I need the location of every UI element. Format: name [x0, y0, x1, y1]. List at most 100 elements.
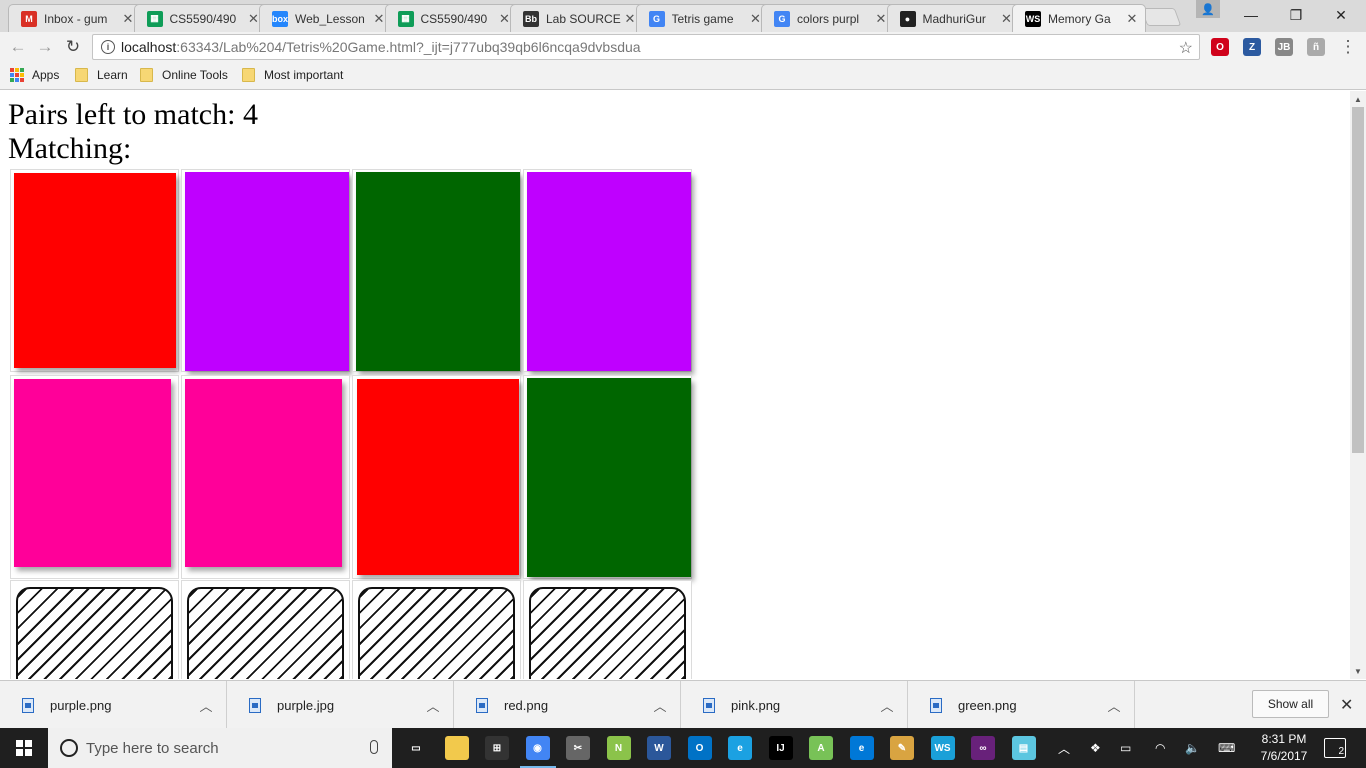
snipping-tool-icon[interactable]: ✂ [566, 736, 590, 760]
visual-studio-icon[interactable]: ∞ [971, 736, 995, 760]
back-icon[interactable]: ← [8, 37, 28, 57]
word-icon[interactable]: W [647, 736, 671, 760]
new-tab-button[interactable] [1140, 8, 1182, 26]
menu-icon[interactable]: ⋮ [1338, 37, 1358, 57]
internet-explorer-icon[interactable]: e [728, 736, 752, 760]
minimize-icon[interactable]: — [1228, 0, 1274, 30]
zotero-icon[interactable]: Z [1243, 38, 1261, 56]
chevron-up-icon[interactable]: ︿ [640, 696, 680, 715]
card-cell-r0c0[interactable] [10, 169, 179, 372]
face-up-card[interactable] [185, 379, 342, 567]
file-explorer-icon[interactable] [444, 736, 469, 760]
card-back-hatched[interactable] [529, 587, 686, 679]
download-item[interactable]: red.png ︿ [454, 681, 681, 729]
intellij-icon[interactable]: IJ [768, 736, 793, 760]
keyboard-icon[interactable]: ⌨ [1218, 728, 1235, 768]
tab-2[interactable]: box Web_Lesson ✕ [259, 4, 393, 32]
wifi-icon[interactable]: ◠ [1155, 728, 1165, 768]
card-cell-r1c1[interactable] [181, 375, 350, 579]
face-up-card[interactable] [357, 379, 519, 575]
card-cell-r2c1[interactable] [181, 580, 350, 679]
face-up-card[interactable] [185, 172, 349, 371]
show-hidden-icons[interactable]: ︿ [1058, 728, 1070, 768]
info-icon[interactable]: i [101, 40, 115, 54]
bookmark-apps[interactable]: Apps [10, 68, 59, 82]
bookmark-most-important[interactable]: Most important [242, 68, 343, 82]
face-up-card[interactable] [527, 378, 691, 577]
tab-close-icon[interactable]: ✕ [372, 11, 386, 27]
scroll-down-icon[interactable]: ▼ [1350, 663, 1366, 679]
android-studio-icon[interactable]: A [809, 736, 833, 760]
close-window-icon[interactable]: ✕ [1318, 0, 1364, 30]
dropbox-icon[interactable]: ❖ [1090, 728, 1101, 768]
forward-icon[interactable]: → [35, 37, 55, 57]
bookmark-online-tools[interactable]: Online Tools [140, 68, 228, 82]
outlook-icon[interactable]: O [687, 736, 712, 760]
card-cell-r2c3[interactable] [523, 580, 692, 679]
chevron-up-icon[interactable]: ︿ [413, 696, 453, 715]
tab-0[interactable]: M Inbox - gum ✕ [8, 4, 142, 32]
extension-icon[interactable]: ñ [1307, 38, 1325, 56]
card-cell-r2c0[interactable] [10, 580, 179, 679]
chevron-up-icon[interactable]: ︿ [1094, 696, 1134, 715]
reload-icon[interactable]: ↻ [63, 37, 83, 57]
tab-7[interactable]: ● MadhuriGur ✕ [886, 4, 1021, 32]
clock[interactable]: 8:31 PM 7/6/2017 [1248, 731, 1320, 765]
card-cell-r1c2[interactable] [352, 375, 521, 579]
tab-4[interactable]: Bb Lab SOURCE ✕ [510, 4, 644, 32]
face-up-card[interactable] [14, 173, 176, 368]
card-cell-r0c2[interactable] [352, 169, 521, 372]
tab-3[interactable]: ▦ CS5590/490 ✕ [384, 4, 519, 32]
face-up-card[interactable] [14, 379, 171, 567]
paint-icon[interactable]: ✎ [890, 736, 914, 760]
microphone-icon[interactable] [370, 740, 378, 754]
card-cell-r0c3[interactable] [523, 169, 692, 372]
jetbrains-icon[interactable]: JB [1275, 38, 1293, 56]
store-icon[interactable]: ⊞ [485, 736, 509, 760]
bookmark-star-icon[interactable]: ☆ [1179, 38, 1193, 58]
scroll-up-icon[interactable]: ▲ [1350, 91, 1366, 107]
card-back-hatched[interactable] [187, 587, 344, 679]
card-cell-r0c1[interactable] [181, 169, 350, 372]
opera-icon[interactable]: O [1211, 38, 1229, 56]
start-button[interactable] [0, 728, 48, 768]
notepad-plus-icon[interactable]: N [606, 736, 631, 760]
face-up-card[interactable] [356, 172, 520, 371]
battery-icon[interactable]: ▭ [1120, 728, 1131, 768]
address-bar[interactable]: i localhost:63343/Lab%204/Tetris%20Game.… [92, 34, 1200, 60]
face-up-card[interactable] [527, 172, 691, 371]
tab-8[interactable]: WS Memory Ga ✕ [1012, 4, 1146, 32]
card-cell-r1c3[interactable] [523, 375, 692, 579]
task-view-icon[interactable]: ▭ [404, 736, 428, 760]
chevron-up-icon[interactable]: ︿ [867, 696, 907, 715]
tab-5[interactable]: G Tetris game ✕ [635, 4, 770, 32]
notifications-icon[interactable]: 2 [1324, 738, 1346, 758]
tab-6[interactable]: Gcolors purpl ✕ [761, 4, 895, 32]
card-cell-r2c2[interactable] [352, 580, 521, 679]
webstorm-taskbar-icon[interactable]: WS [930, 736, 955, 760]
card-back-hatched[interactable] [358, 587, 515, 679]
download-item[interactable]: purple.png ︿ [0, 681, 227, 729]
tab-close-icon[interactable]: ✕ [623, 11, 637, 27]
card-back-hatched[interactable] [16, 587, 173, 679]
chevron-up-icon[interactable]: ︿ [186, 696, 226, 715]
scrollbar-thumb[interactable] [1352, 107, 1364, 453]
tab-close-icon[interactable]: ✕ [121, 11, 135, 27]
download-item[interactable]: purple.jpg ︿ [227, 681, 454, 729]
edge-icon[interactable]: e [849, 736, 874, 760]
bookmark-learn[interactable]: Learn [75, 68, 128, 82]
download-item[interactable]: green.png ︿ [908, 681, 1135, 729]
vertical-scrollbar[interactable]: ▲ ▼ [1350, 91, 1366, 679]
card-cell-r1c0[interactable] [10, 375, 179, 579]
tab-1[interactable]: ▦ CS5590/490 ✕ [133, 4, 268, 32]
tab-close-icon[interactable]: ✕ [1125, 11, 1139, 27]
restore-icon[interactable]: ❐ [1273, 0, 1319, 30]
show-all-button[interactable]: Show all [1252, 690, 1329, 718]
notes-icon[interactable]: ▤ [1011, 736, 1036, 760]
tab-close-icon[interactable]: ✕ [874, 11, 888, 27]
profile-icon[interactable]: 👤 [1196, 0, 1220, 18]
taskbar-search[interactable]: Type here to search [48, 728, 392, 768]
close-shelf-icon[interactable]: ✕ [1340, 695, 1353, 715]
volume-icon[interactable]: 🔈 [1185, 728, 1200, 768]
chrome-icon[interactable]: ◉ [519, 736, 556, 768]
